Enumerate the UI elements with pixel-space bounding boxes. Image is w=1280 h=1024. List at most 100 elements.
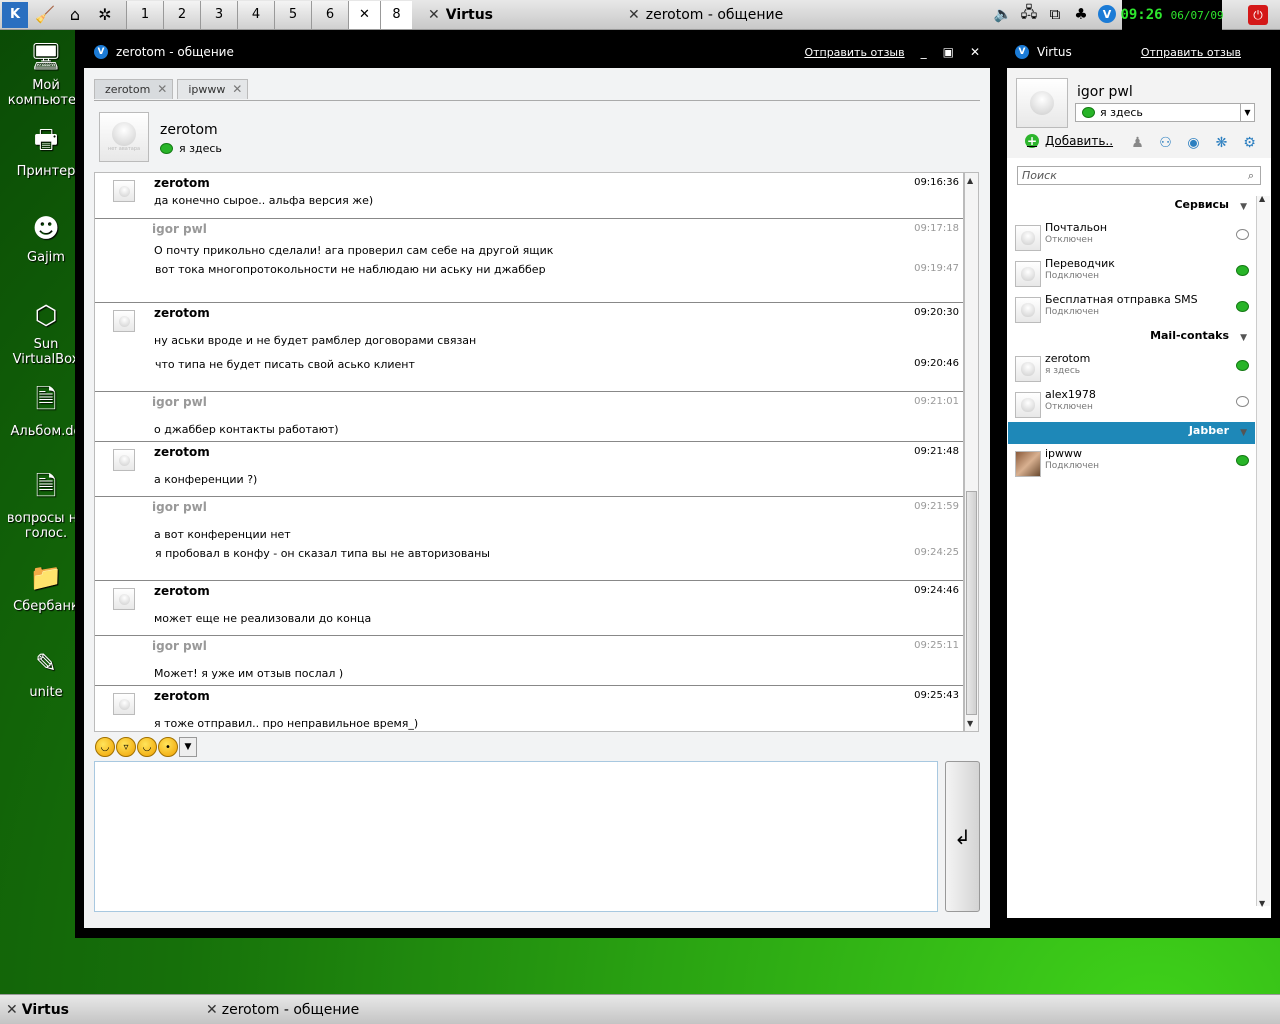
roster-scrollbar[interactable]: ▲ ▼ xyxy=(1256,194,1270,908)
network-tray-icon[interactable]: 🖧 xyxy=(1018,2,1040,26)
scroll-up-icon[interactable]: ▲ xyxy=(1259,194,1265,203)
desktop-icon[interactable]: 🗎 Альбом.do xyxy=(6,385,86,439)
kde-menu-icon[interactable]: K xyxy=(2,1,28,28)
roster-group[interactable]: Сервисы ▼ xyxy=(1008,196,1255,218)
globe-icon[interactable]: ◉ xyxy=(1184,133,1203,152)
close-icon[interactable]: ✕ xyxy=(232,82,242,96)
chat-window-title: zerotom - общение xyxy=(116,45,234,59)
tab-ipwww[interactable]: ipwww ✕ xyxy=(177,79,249,99)
contact-item[interactable]: ipwww Подключен xyxy=(1015,447,1255,481)
online-status-icon xyxy=(160,143,173,154)
user-icon[interactable]: ♟ xyxy=(1128,133,1147,152)
chevron-down-icon[interactable]: ▼ xyxy=(1240,104,1254,121)
message-text: а вот конференции нет xyxy=(154,528,291,541)
chevron-down-icon[interactable]: ▼ xyxy=(1240,329,1247,347)
network-icon[interactable]: ✲ xyxy=(92,2,118,28)
search-input[interactable]: Поиск ⌕ xyxy=(1017,166,1261,185)
chat-titlebar[interactable]: V zerotom - общение Отправить отзыв _ ▣ … xyxy=(84,33,990,71)
volume-icon[interactable]: 🔈 xyxy=(992,2,1014,26)
roster-group[interactable]: Jabber ▼ xyxy=(1008,422,1255,444)
desktop-icon[interactable]: ☻ Gajim xyxy=(6,212,86,265)
message-text: вот тока многопротокольности не наблюдаю… xyxy=(155,263,546,276)
roster-feedback-link[interactable]: Отправить отзыв xyxy=(1141,46,1241,59)
message-input[interactable] xyxy=(94,761,938,912)
add-contact-button[interactable]: + Добавить.. xyxy=(1025,134,1113,148)
contact-avatar xyxy=(1015,392,1041,418)
scroll-up-icon[interactable]: ▲ xyxy=(967,176,973,185)
desktop-icon[interactable]: 🖶 Принтер xyxy=(6,125,86,179)
scroll-down-icon[interactable]: ▼ xyxy=(1259,899,1265,908)
desktop-icon[interactable]: 🗎 вопросы на голос. xyxy=(6,472,86,541)
chevron-down-icon[interactable]: ▼ xyxy=(1240,424,1247,442)
close-icon[interactable]: ✕ xyxy=(157,82,167,96)
search-icon[interactable]: ⌕ xyxy=(1248,167,1254,184)
contact-name: zerotom xyxy=(160,122,218,138)
taskbar-item[interactable]: ✕ zerotom - общение xyxy=(616,1,976,29)
virtus-tray-icon[interactable]: V xyxy=(1096,2,1118,26)
desktop-5-button[interactable]: 5 xyxy=(274,0,311,29)
desktop-3-button[interactable]: 3 xyxy=(200,0,237,29)
contact-item[interactable]: Переводчик Подключен xyxy=(1015,257,1255,291)
message-text: да конечно сырое.. альфа версия же) xyxy=(154,194,374,207)
maximize-button[interactable]: ▣ xyxy=(943,45,954,59)
status-select-value: я здесь xyxy=(1100,106,1143,119)
chevron-down-icon[interactable]: ▼ xyxy=(1240,198,1247,216)
taskbar-item[interactable]: ✕ zerotom - общение xyxy=(200,1002,500,1018)
avatar-placeholder-icon xyxy=(1021,267,1035,281)
close-button[interactable]: ✕ xyxy=(970,45,980,59)
pager-window-icon[interactable]: ✕ xyxy=(348,0,380,29)
kiss-emoji-icon[interactable]: • xyxy=(158,737,178,757)
power-icon[interactable]: ⏻ xyxy=(1248,5,1268,25)
lan-icon[interactable]: ⧉ xyxy=(1044,2,1066,26)
scroll-thumb[interactable] xyxy=(966,491,977,715)
message-timestamp: 09:21:01 xyxy=(914,396,959,407)
taskbar-item[interactable]: ✕ Virtus xyxy=(416,1,616,29)
desktop-icon[interactable]: 📁 Сбербанк xyxy=(6,561,86,614)
roster-group[interactable]: Mail-contaks ▼ xyxy=(1008,327,1255,349)
desktop-icon[interactable]: ✎ unite xyxy=(6,647,86,700)
minimize-button[interactable]: _ xyxy=(921,45,927,59)
user-name: igor pwl xyxy=(1077,84,1133,100)
desktop-4-button[interactable]: 4 xyxy=(237,0,274,29)
status-select[interactable]: я здесь ▼ xyxy=(1075,103,1255,122)
desktop-icon[interactable]: 🖥 Мой компьютер xyxy=(6,40,86,108)
message-timestamp: 09:20:30 xyxy=(914,307,959,318)
desktop-1-button[interactable]: 1 xyxy=(126,0,163,29)
clean-desktop-icon[interactable]: 🧹 xyxy=(32,2,58,28)
conference-icon[interactable]: ❋ xyxy=(1212,133,1231,152)
gajim-tray-icon[interactable]: ♣ xyxy=(1070,2,1092,26)
desktop-2-button[interactable]: 2 xyxy=(163,0,200,29)
message-text: Может! я уже им отзыв послал ) xyxy=(154,667,344,680)
contact-item[interactable]: Почтальон Отключен xyxy=(1015,221,1255,255)
group-icon[interactable]: ⚇ xyxy=(1156,133,1175,152)
contact-item[interactable]: Бесплатная отправка SMS Подключен xyxy=(1015,293,1255,327)
laugh-emoji-icon[interactable]: ▿ xyxy=(116,737,136,757)
message-scrollbar[interactable]: ▲ ▼ xyxy=(964,172,979,732)
desktop-icon[interactable]: ⬡ Sun VirtualBox xyxy=(6,299,86,367)
desktop-icon-label: Принтер xyxy=(16,164,76,179)
contact-item[interactable]: zerotom я здесь xyxy=(1015,352,1255,386)
smile-emoji-icon[interactable]: ◡ xyxy=(95,737,115,757)
emoji-dropdown-icon[interactable]: ▼ xyxy=(179,737,197,757)
taskbar-item[interactable]: ✕ Virtus xyxy=(0,1002,200,1018)
wink-emoji-icon[interactable]: ◡ xyxy=(137,737,157,757)
scroll-down-icon[interactable]: ▼ xyxy=(967,719,973,728)
chat-feedback-link[interactable]: Отправить отзыв xyxy=(804,46,904,59)
message-timestamp: 09:24:25 xyxy=(914,547,959,558)
taskbar-item-label: zerotom - общение xyxy=(221,1001,360,1018)
tab-zerotom[interactable]: zerotom ✕ xyxy=(94,79,174,99)
document-icon: 🗎 xyxy=(35,385,57,415)
message-avatar xyxy=(113,693,135,715)
pager-badge[interactable]: 8 xyxy=(380,0,412,29)
contact-status: Подключен xyxy=(1045,271,1099,281)
send-button[interactable]: ↲ xyxy=(945,761,980,912)
message-sender: zerotom xyxy=(154,584,210,598)
contact-item[interactable]: alex1978 Отключен xyxy=(1015,388,1255,422)
roster-titlebar[interactable]: V Virtus Отправить отзыв xyxy=(1007,33,1271,71)
user-avatar[interactable] xyxy=(1016,78,1068,128)
gear-icon[interactable]: ⚙ xyxy=(1240,133,1259,152)
clock[interactable]: 09:26 06/07/09 xyxy=(1120,0,1224,30)
message-history[interactable]: zerotom да конечно сырое.. альфа версия ж… xyxy=(94,172,964,732)
desktop-6-button[interactable]: 6 xyxy=(311,0,348,29)
home-icon[interactable]: ⌂ xyxy=(62,2,88,28)
